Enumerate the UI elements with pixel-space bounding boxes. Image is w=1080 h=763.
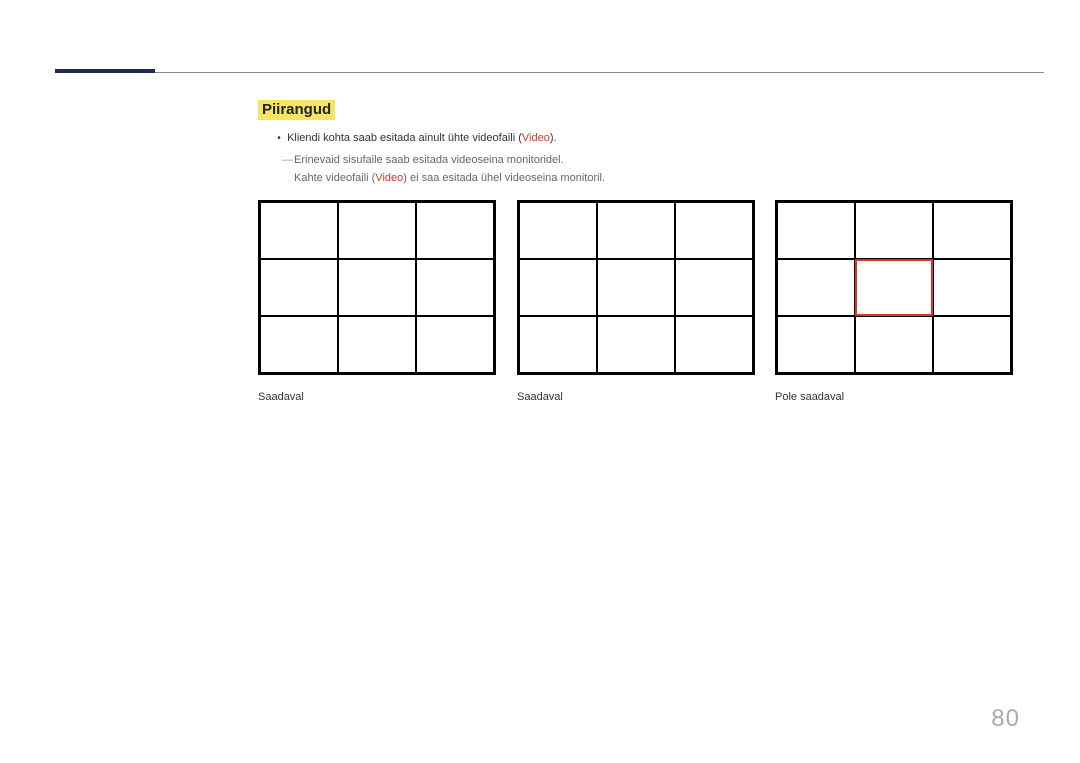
dash-icon: ― — [282, 152, 294, 170]
grid-cell — [519, 316, 597, 373]
grid-cell — [416, 259, 494, 316]
grid-cell — [933, 259, 1011, 316]
bullet-disc-icon: • — [274, 133, 284, 144]
grid-cell — [777, 259, 855, 316]
grid-caption-1: Saadaval — [258, 391, 496, 403]
page-number: 80 — [991, 705, 1020, 733]
grid-cell — [338, 259, 416, 316]
grid-cell — [597, 259, 675, 316]
grid-cell — [675, 259, 753, 316]
grid-figure-2: Saadaval — [517, 200, 755, 403]
accent-bar — [55, 69, 155, 73]
grid-cell — [416, 202, 494, 259]
grid-figure-1: Saadaval — [258, 200, 496, 403]
dash-line-2-video: Video — [375, 172, 403, 184]
grid-caption-2: Saadaval — [517, 391, 755, 403]
grid-3x3 — [258, 200, 496, 375]
dash-sub-item: ―Erinevaid sisufaile saab esitada videos… — [282, 152, 605, 187]
top-horizontal-rule — [55, 72, 1044, 73]
dash-line-2-suffix: ) ei saa esitada ühel videoseina monitor… — [403, 172, 605, 184]
grid-cell — [777, 202, 855, 259]
dash-line-2-prefix: Kahte videofaili ( — [294, 172, 375, 184]
grid-cell — [675, 316, 753, 373]
grid-cell — [855, 316, 933, 373]
grid-cell — [519, 202, 597, 259]
grid-cell — [933, 202, 1011, 259]
bullet-item: • Kliendi kohta saab esitada ainult ühte… — [274, 132, 557, 144]
grid-cell — [260, 259, 338, 316]
document-page: Piirangud • Kliendi kohta saab esitada a… — [0, 0, 1080, 763]
grid-cell — [597, 202, 675, 259]
grid-cell — [675, 202, 753, 259]
grid-cell — [933, 316, 1011, 373]
grid-3x3 — [517, 200, 755, 375]
grid-cell — [260, 316, 338, 373]
grid-caption-3: Pole saadaval — [775, 391, 1013, 403]
bullet-text-video: Video — [522, 132, 550, 144]
dash-line-1: Erinevaid sisufaile saab esitada videose… — [294, 154, 564, 166]
dash-spacer — [282, 170, 294, 188]
grid-cell — [519, 259, 597, 316]
grid-cell — [338, 316, 416, 373]
section-heading: Piirangud — [258, 100, 335, 120]
grid-cell — [338, 202, 416, 259]
grid-cell-highlighted — [855, 259, 933, 316]
grid-3x3 — [775, 200, 1013, 375]
bullet-text-suffix: ). — [550, 132, 557, 144]
grid-cell — [260, 202, 338, 259]
bullet-text-prefix: Kliendi kohta saab esitada ainult ühte v… — [287, 132, 522, 144]
grid-cell — [855, 202, 933, 259]
grid-figure-3: Pole saadaval — [775, 200, 1013, 403]
grid-cell — [777, 316, 855, 373]
grid-cell — [416, 316, 494, 373]
grid-cell — [597, 316, 675, 373]
